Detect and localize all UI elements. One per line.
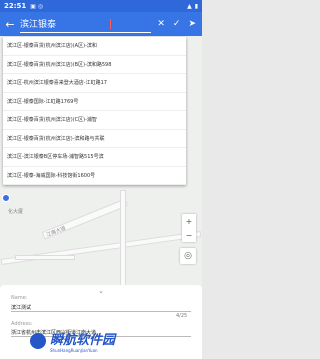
- signal-icon: ▲: [187, 2, 192, 10]
- search-input[interactable]: [20, 18, 110, 29]
- search-box[interactable]: [20, 15, 152, 33]
- map-road: [15, 255, 75, 260]
- name-underline: [11, 311, 191, 312]
- check-icon[interactable]: ✓: [173, 19, 181, 29]
- suggestion-item[interactable]: 滨江区-银泰百货(杭州滨江店)(B区)-滨和路598: [3, 56, 186, 74]
- suggestion-item[interactable]: 滨江区-银泰-海威国际-科技馆街1600号: [3, 167, 186, 185]
- text-cursor: [110, 18, 111, 29]
- zoom-control: + −: [182, 214, 196, 242]
- chevron-down-icon[interactable]: ⌄: [0, 285, 202, 295]
- suggestion-item[interactable]: 滨江区-银泰百货(杭州滨江店)(A区)-滨和: [3, 37, 186, 56]
- locate-button[interactable]: ◎: [180, 248, 196, 264]
- name-field[interactable]: 滨江测试: [11, 304, 31, 311]
- status-bar: 22:51 ▣ ◎ ▲ ▮: [0, 0, 202, 12]
- map-poi-label: 化大厦: [8, 209, 24, 215]
- map-road: [120, 190, 126, 290]
- watermark-cn: 瞬航软件园: [50, 333, 116, 348]
- watermark-logo-icon: [30, 333, 46, 349]
- suggestion-list: 滨江区-银泰百货(杭州滨江店)(A区)-滨和 滨江区-银泰百货(杭州滨江店)(B…: [3, 37, 186, 185]
- name-label: Name:: [11, 295, 28, 301]
- notification-icon: ▣ ◎: [30, 2, 44, 10]
- back-arrow-icon[interactable]: ←: [0, 18, 20, 31]
- suggestion-item[interactable]: 滨江区-银泰国际-江虹路1769号: [3, 93, 186, 111]
- suggestion-item[interactable]: 滨江区-银泰百货(杭州滨江店)-滨和路与共联: [3, 130, 186, 148]
- zoom-out-icon[interactable]: −: [186, 231, 193, 240]
- close-icon[interactable]: ✕: [157, 19, 165, 29]
- send-icon[interactable]: ➤: [188, 19, 196, 29]
- map-pin-icon[interactable]: [2, 194, 10, 202]
- status-time: 22:51: [4, 2, 27, 10]
- watermark-en: ShunHangRuanJianYuan: [50, 348, 98, 353]
- top-toolbar: ← ✕ ✓ ➤: [0, 12, 202, 36]
- zoom-in-icon[interactable]: +: [186, 217, 193, 226]
- battery-icon: ▮: [194, 2, 198, 10]
- map-road-label: 江南大道: [45, 225, 67, 239]
- watermark: 瞬航软件园 ShunHangRuanJianYuan: [30, 326, 180, 356]
- name-counter: 4/25: [176, 313, 188, 319]
- suggestion-item[interactable]: 滨江区-滨江银泰B区停车场-浦智路515号滨: [3, 148, 186, 167]
- suggestion-item[interactable]: 滨江区-杭州滨江银泰喜来登大酒店-江虹路17: [3, 74, 186, 93]
- crosshair-icon: ◎: [184, 251, 192, 261]
- suggestion-item[interactable]: 滨江区-银泰百货(杭州滨江店)(C区)-浦智: [3, 111, 186, 130]
